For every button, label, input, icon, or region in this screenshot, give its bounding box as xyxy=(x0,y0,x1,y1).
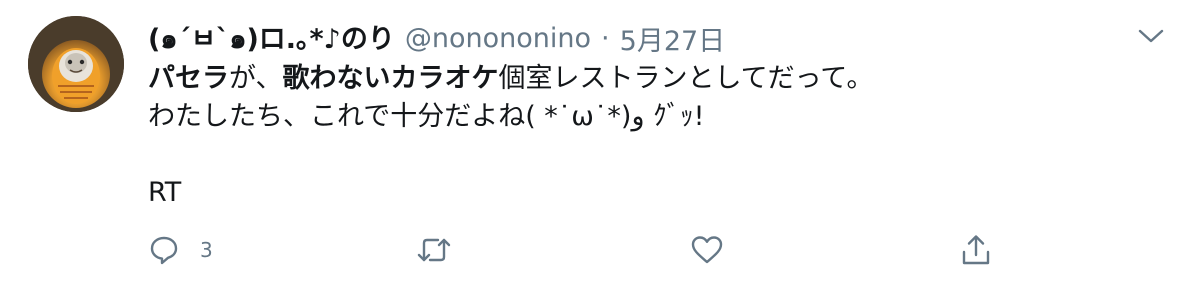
reply-button[interactable]: 3 xyxy=(148,230,213,270)
tweet[interactable]: (๑´ㅂ`๑)ロ.｡*♪のり @nonononino · 5月27日 パセラが、… xyxy=(0,0,1186,286)
reply-count: 3 xyxy=(200,238,213,262)
user-handle[interactable]: @nonononino xyxy=(405,23,591,54)
tweet-text-line-3: RT xyxy=(148,177,182,208)
tweet-actions: 3 xyxy=(0,230,1186,270)
like-button[interactable] xyxy=(690,230,744,270)
separator-dot: · xyxy=(601,22,610,54)
reply-icon xyxy=(150,236,178,265)
retweet-button[interactable] xyxy=(416,230,472,270)
avatar-image xyxy=(28,16,124,112)
share-button[interactable] xyxy=(960,230,992,270)
chevron-down-icon[interactable] xyxy=(1136,26,1166,46)
bold-text: 歌わないカラオケ xyxy=(282,63,499,94)
tweet-text-line-2: わたしたち、これで十分だよね( *˙ω˙*)و ｸﾞｯ! xyxy=(148,101,705,132)
tweet-text: パセラが、歌わないカラオケ個室レストランとしてだって。 わたしたち、これで十分だ… xyxy=(148,60,1158,212)
tweet-date[interactable]: 5月27日 xyxy=(620,19,726,58)
text: が、 xyxy=(229,63,283,94)
text: 個室レストランとしてだって。 xyxy=(498,63,874,94)
avatar[interactable] xyxy=(28,16,124,112)
heart-icon xyxy=(691,236,723,264)
retweet-icon xyxy=(417,238,451,262)
tweet-header: (๑´ㅂ`๑)ロ.｡*♪のり @nonononino · 5月27日 xyxy=(148,18,725,58)
bold-text: パセラ xyxy=(148,63,229,94)
display-name[interactable]: (๑´ㅂ`๑)ロ.｡*♪のり xyxy=(148,17,395,60)
tweet-text-line-1: パセラが、歌わないカラオケ個室レストランとしてだって。 xyxy=(148,60,1158,98)
share-icon xyxy=(962,235,990,265)
